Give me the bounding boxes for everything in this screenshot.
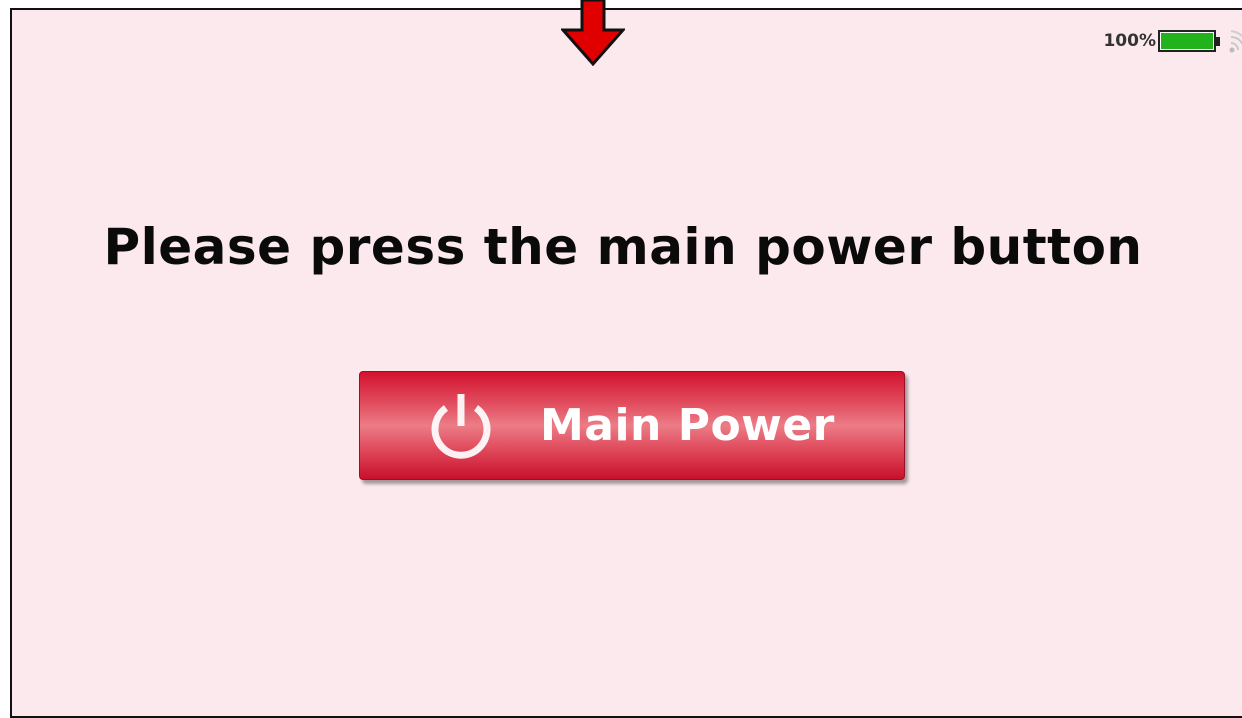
power-icon bbox=[431, 394, 491, 459]
wifi-signal-icon bbox=[1229, 30, 1242, 53]
battery-percent: 100% bbox=[1103, 31, 1156, 51]
down-arrow-icon bbox=[561, 0, 625, 66]
battery-tip bbox=[1216, 36, 1220, 46]
battery-icon bbox=[1158, 30, 1216, 52]
main-power-button[interactable]: Main Power bbox=[359, 371, 905, 480]
device-screen: 100% Please press the main power button bbox=[10, 8, 1242, 718]
battery-level-fill bbox=[1161, 33, 1213, 49]
page-title: Please press the main power button bbox=[103, 218, 1143, 276]
status-bar: 100% bbox=[1103, 28, 1242, 54]
main-power-label: Main Power bbox=[540, 400, 835, 451]
